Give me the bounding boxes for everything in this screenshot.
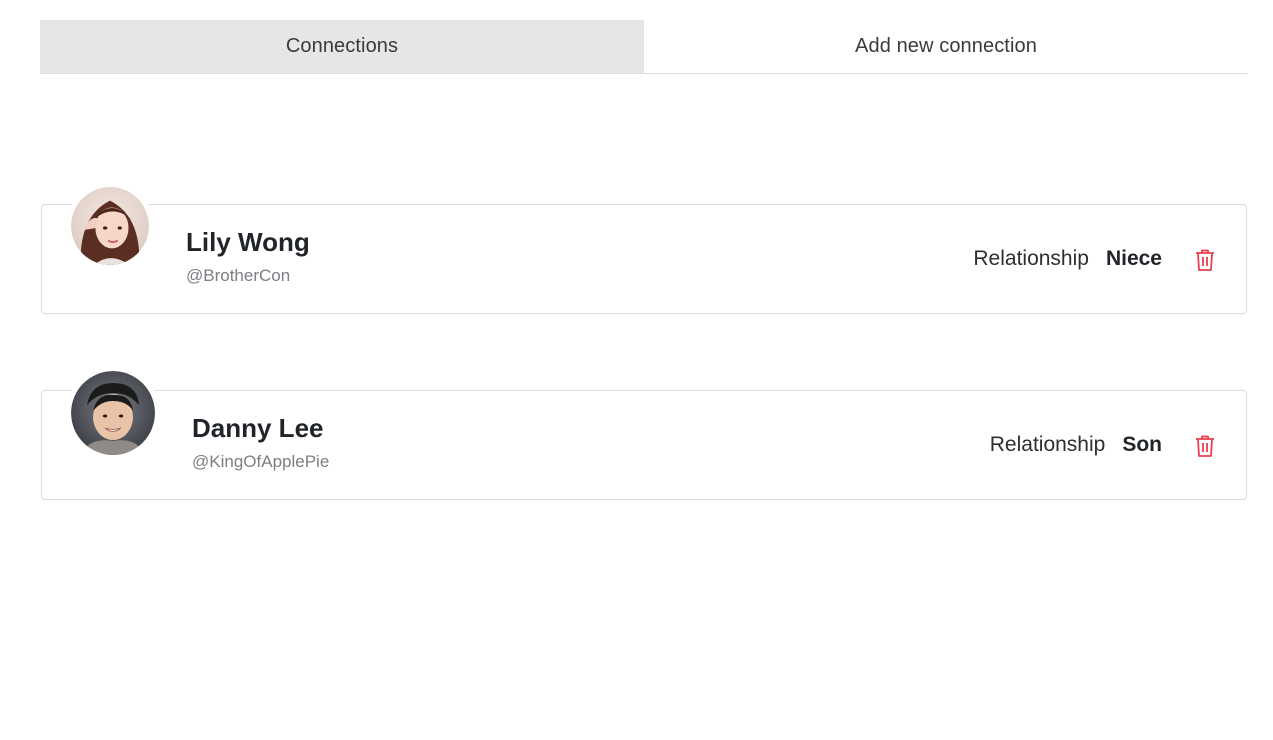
relationship-group: Relationship Son [990,433,1162,457]
connections-tabs: Connections Add new connection [40,20,1248,74]
relationship-label: Relationship [989,433,1106,456]
relationship-value: Niece [1105,247,1162,270]
delete-connection-button[interactable] [1194,434,1216,458]
tab-add-new-connection[interactable]: Add new connection [644,20,1248,73]
connection-card: Danny Lee @KingOfApplePie Relationship S… [41,366,1247,500]
connection-card: Lily Wong @BrotherCon Relationship Niece [41,182,1247,314]
trash-icon [1196,249,1214,271]
user-avatar-photo-icon [71,371,155,455]
avatar [66,182,154,270]
tab-connections-label: Connections [285,35,399,57]
avatar [66,366,160,460]
tab-add-new-connection-label: Add new connection [855,35,1037,57]
connection-handle: @BrotherCon [186,266,291,285]
delete-connection-button[interactable] [1194,248,1216,272]
connection-name: Lily Wong [186,227,310,257]
trash-icon [1196,435,1214,457]
user-avatar-photo-icon [71,187,149,265]
connection-name: Danny Lee [192,413,324,443]
relationship-value: Son [1122,433,1162,456]
relationship-group: Relationship Niece [973,247,1162,271]
tab-connections[interactable]: Connections [40,20,644,73]
relationship-label: Relationship [973,247,1089,270]
connection-handle: @KingOfApplePie [192,452,330,471]
